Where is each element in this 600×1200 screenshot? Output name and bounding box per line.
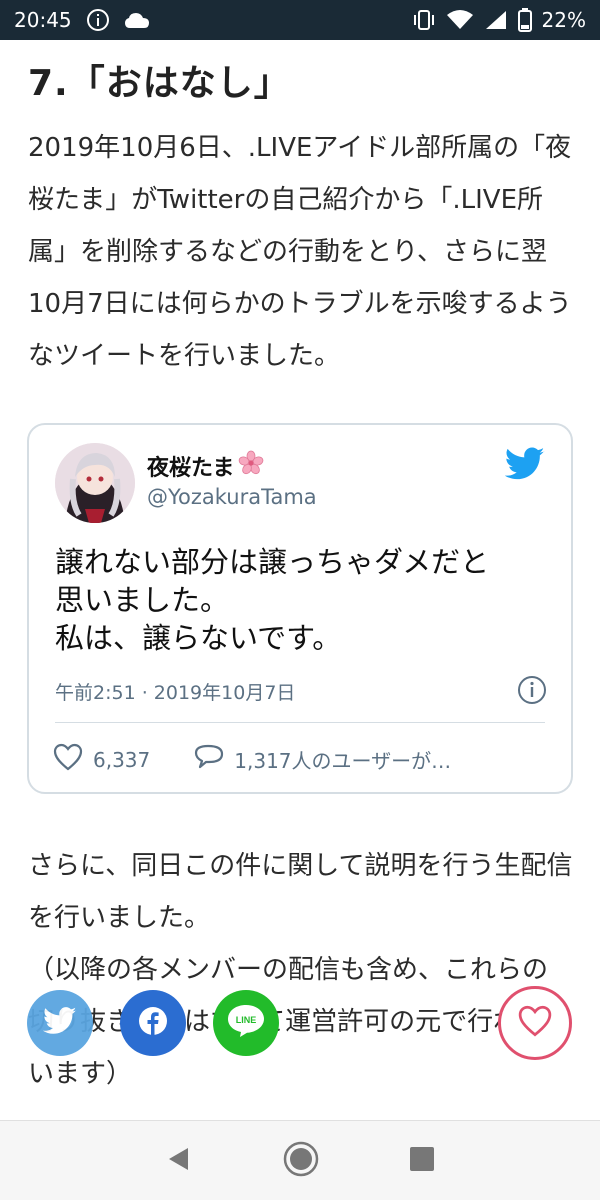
cloud-icon <box>124 11 150 29</box>
like-count: 6,337 <box>93 747 151 772</box>
vibrate-icon <box>412 9 436 31</box>
signal-icon <box>484 9 508 31</box>
heart-outline-icon <box>517 1005 553 1041</box>
article-paragraph-2: さらに、同日この件に関して説明を行う生配信を行いました。 （以降の各メンバーの配… <box>28 851 573 1089</box>
info-icon[interactable] <box>517 675 547 709</box>
tweet-text: 譲れない部分は譲っちゃダメだと 思いました。 私は、譲らないです。 <box>55 545 490 655</box>
home-icon[interactable] <box>282 1140 320 1182</box>
tweet-author-name[interactable]: 夜桜たま <box>147 450 264 482</box>
reply-icon <box>194 743 224 776</box>
status-bar: 20:45 22% <box>0 0 600 40</box>
facebook-icon <box>137 1005 169 1041</box>
reply-count: 1,317人のユーザーが… <box>234 749 452 773</box>
like-action[interactable]: 6,337 <box>53 743 150 776</box>
line-label: LINE <box>236 1015 257 1025</box>
status-time: 20:45 <box>14 8 72 32</box>
cherry-blossom-icon <box>238 450 264 482</box>
heart-icon <box>53 743 83 776</box>
share-facebook-button[interactable] <box>120 990 186 1056</box>
favorite-button[interactable] <box>498 986 572 1060</box>
twitter-icon <box>42 1007 77 1039</box>
share-line-button[interactable]: LINE <box>213 990 279 1056</box>
back-icon[interactable] <box>164 1144 194 1178</box>
article-paragraph: 2019年10月6日、.LIVEアイドル部所属の「夜桜たま」がTwitterの自… <box>28 133 572 371</box>
wifi-icon <box>446 9 474 31</box>
line-icon: LINE <box>226 1003 266 1043</box>
battery-percent: 22% <box>541 8 586 32</box>
tweet-timestamp[interactable]: 午前2:51 · 2019年10月7日 <box>55 678 295 705</box>
info-circle-icon <box>86 8 110 32</box>
reply-action[interactable]: 1,317人のユーザーが… <box>194 743 451 776</box>
section-heading: 7.「おはなし」 <box>28 63 291 104</box>
tweet-divider <box>55 722 545 723</box>
tweet-handle[interactable]: @YozakuraTama <box>147 485 317 509</box>
recents-icon[interactable] <box>408 1145 436 1177</box>
battery-icon <box>517 8 532 32</box>
author-name-text: 夜桜たま <box>147 456 235 481</box>
twitter-bird-icon[interactable] <box>504 447 545 485</box>
share-twitter-button[interactable] <box>27 990 93 1056</box>
avatar[interactable] <box>55 443 135 523</box>
article-content: 7.「おはなし」 2019年10月6日、.LIVEアイドル部所属の「夜桜たま」が… <box>0 40 600 1120</box>
embedded-tweet[interactable]: 夜桜たま @YozakuraTama 譲れない部分は譲っちゃダメだと 思いました <box>27 423 573 794</box>
navigation-bar <box>0 1120 600 1200</box>
tweet-actions: 6,337 1,317人のユーザーが… <box>53 743 451 776</box>
